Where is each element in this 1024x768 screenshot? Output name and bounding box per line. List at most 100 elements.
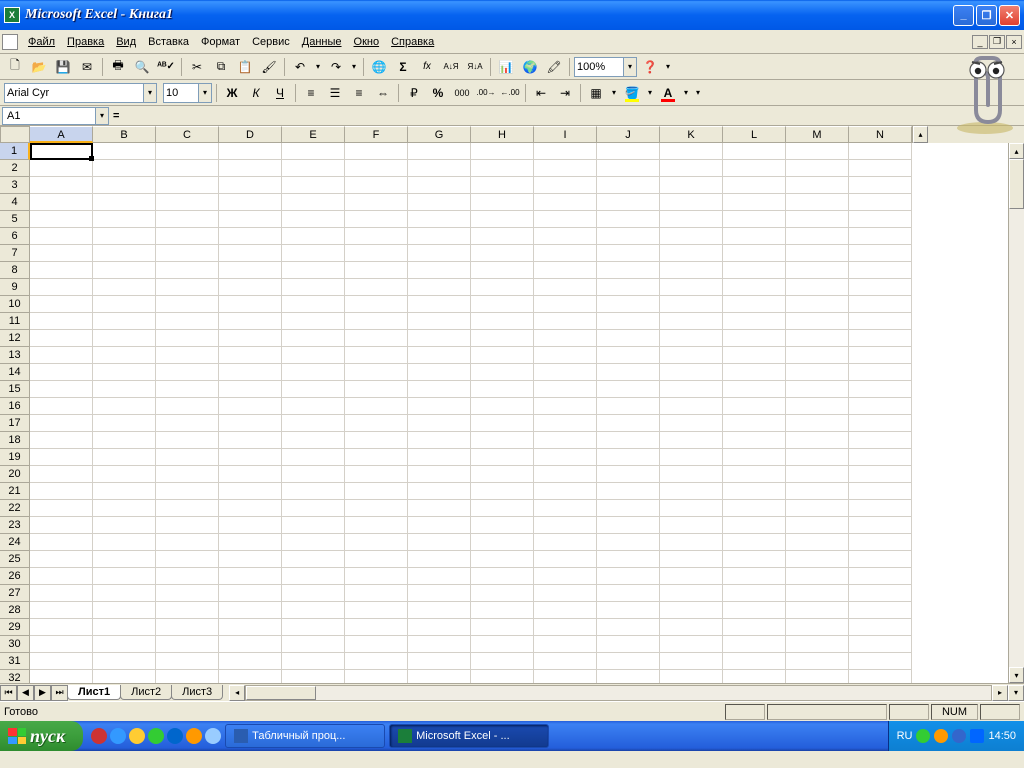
cell[interactable]: [93, 534, 156, 551]
cell[interactable]: [345, 194, 408, 211]
cell[interactable]: [786, 500, 849, 517]
cell[interactable]: [345, 568, 408, 585]
cell[interactable]: [408, 449, 471, 466]
cell[interactable]: [471, 670, 534, 683]
cell[interactable]: [408, 211, 471, 228]
cell[interactable]: [93, 160, 156, 177]
zoom-dropdown-icon[interactable]: ▾: [624, 57, 637, 77]
cell[interactable]: [156, 415, 219, 432]
cell[interactable]: [786, 568, 849, 585]
redo-dropdown-icon[interactable]: ▾: [349, 56, 359, 78]
cell[interactable]: [660, 313, 723, 330]
cell[interactable]: [723, 653, 786, 670]
column-header-C[interactable]: C: [156, 126, 219, 143]
cell[interactable]: [30, 245, 93, 262]
new-icon[interactable]: 🗋: [4, 56, 26, 78]
cell[interactable]: [471, 483, 534, 500]
sheet-tab-3[interactable]: Лист3: [171, 685, 223, 700]
cell[interactable]: [849, 160, 912, 177]
cell[interactable]: [471, 194, 534, 211]
currency-icon[interactable]: ₽: [403, 82, 425, 104]
cell[interactable]: [534, 670, 597, 683]
cell[interactable]: [471, 330, 534, 347]
column-header-I[interactable]: I: [534, 126, 597, 143]
cell[interactable]: [786, 160, 849, 177]
cell[interactable]: [534, 194, 597, 211]
cell[interactable]: [471, 296, 534, 313]
cell[interactable]: [156, 653, 219, 670]
cell[interactable]: [849, 449, 912, 466]
cell[interactable]: [534, 585, 597, 602]
menu-help[interactable]: Справка: [385, 34, 440, 50]
merge-center-icon[interactable]: ⇔: [372, 82, 394, 104]
cell[interactable]: [156, 466, 219, 483]
cell[interactable]: [219, 330, 282, 347]
cell[interactable]: [345, 602, 408, 619]
cell[interactable]: [156, 602, 219, 619]
cell[interactable]: [723, 534, 786, 551]
cell[interactable]: [723, 483, 786, 500]
cell[interactable]: [849, 330, 912, 347]
cell[interactable]: [282, 364, 345, 381]
fill-color-icon[interactable]: 🪣: [621, 82, 643, 104]
toolbar-options-icon[interactable]: ▾: [693, 82, 703, 104]
cell[interactable]: [786, 653, 849, 670]
cell[interactable]: [93, 262, 156, 279]
cell[interactable]: [597, 432, 660, 449]
cell[interactable]: [471, 500, 534, 517]
cell[interactable]: [534, 602, 597, 619]
cell[interactable]: [30, 636, 93, 653]
cell[interactable]: [156, 585, 219, 602]
cell[interactable]: [597, 211, 660, 228]
cell[interactable]: [471, 228, 534, 245]
cell[interactable]: [282, 568, 345, 585]
print-preview-icon[interactable]: 🔍: [131, 56, 153, 78]
cell[interactable]: [786, 483, 849, 500]
tray-icon[interactable]: [916, 729, 930, 743]
cell[interactable]: [30, 228, 93, 245]
cell[interactable]: [471, 517, 534, 534]
cell[interactable]: [345, 500, 408, 517]
cell[interactable]: [786, 143, 849, 160]
cell[interactable]: [723, 585, 786, 602]
cell[interactable]: [723, 364, 786, 381]
cell[interactable]: [219, 194, 282, 211]
cell[interactable]: [660, 568, 723, 585]
row-header-27[interactable]: 27: [0, 585, 30, 602]
cell[interactable]: [471, 466, 534, 483]
open-icon[interactable]: 📂: [28, 56, 50, 78]
font-name-input[interactable]: [4, 83, 144, 103]
cell[interactable]: [660, 330, 723, 347]
quick-launch-icon[interactable]: [148, 728, 164, 744]
cell[interactable]: [282, 449, 345, 466]
cell[interactable]: [30, 619, 93, 636]
cell[interactable]: [93, 296, 156, 313]
cell[interactable]: [849, 313, 912, 330]
row-header-5[interactable]: 5: [0, 211, 30, 228]
row-header-17[interactable]: 17: [0, 415, 30, 432]
cell[interactable]: [282, 296, 345, 313]
cell[interactable]: [30, 296, 93, 313]
cell[interactable]: [282, 670, 345, 683]
cell[interactable]: [534, 619, 597, 636]
cell[interactable]: [345, 619, 408, 636]
cell[interactable]: [723, 398, 786, 415]
mail-icon[interactable]: ✉: [76, 56, 98, 78]
column-header-L[interactable]: L: [723, 126, 786, 143]
cell[interactable]: [345, 415, 408, 432]
cell[interactable]: [282, 653, 345, 670]
cell[interactable]: [597, 245, 660, 262]
cell[interactable]: [660, 449, 723, 466]
cell[interactable]: [723, 279, 786, 296]
cell[interactable]: [471, 211, 534, 228]
cell[interactable]: [282, 517, 345, 534]
scroll-top-button[interactable]: ▴: [913, 126, 928, 143]
cell[interactable]: [282, 619, 345, 636]
sheet-tab-2[interactable]: Лист2: [120, 685, 172, 700]
cell[interactable]: [345, 160, 408, 177]
cell[interactable]: [345, 364, 408, 381]
cell[interactable]: [408, 415, 471, 432]
cell[interactable]: [660, 347, 723, 364]
quick-launch-icon[interactable]: [205, 728, 221, 744]
drawing-icon[interactable]: 🖍: [543, 56, 565, 78]
